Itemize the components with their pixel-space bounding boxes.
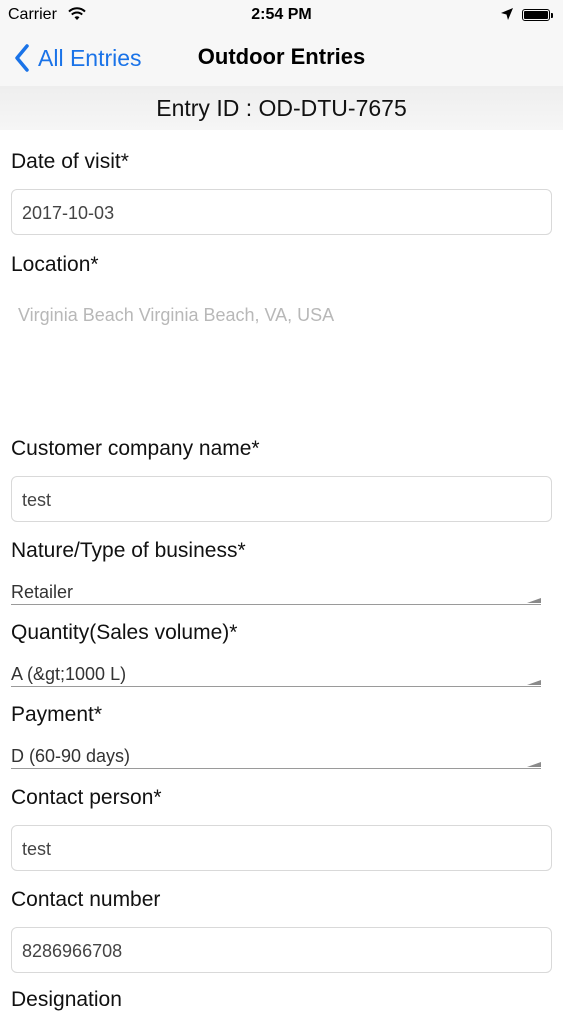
contact-person-label: Contact person*	[11, 786, 162, 809]
contact-person-input[interactable]: test	[11, 825, 552, 871]
dropdown-caret-icon	[527, 598, 541, 603]
date-of-visit-input[interactable]: 2017-10-03	[11, 189, 552, 235]
dropdown-caret-icon	[527, 680, 541, 685]
quantity-select[interactable]: A (&gt;1000 L)	[11, 662, 541, 687]
battery-tip	[551, 13, 553, 18]
page-title: Outdoor Entries	[197, 44, 366, 69]
payment-select[interactable]: D (60-90 days)	[11, 744, 541, 769]
date-of-visit-label: Date of visit*	[11, 150, 129, 173]
location-label: Location*	[11, 253, 99, 276]
navigation-bar: All Entries Outdoor Entries	[0, 30, 563, 86]
business-type-value: Retailer	[11, 582, 74, 602]
contact-number-input[interactable]: 8286966708	[11, 927, 552, 973]
business-type-select[interactable]: Retailer	[11, 580, 541, 605]
entry-id-header: Entry ID : OD-DTU-7675	[0, 86, 563, 130]
designation-label: Designation	[11, 988, 122, 1011]
payment-value: D (60-90 days)	[11, 746, 131, 766]
contact-number-label: Contact number	[11, 888, 161, 911]
status-time: 2:54 PM	[251, 6, 312, 23]
location-value[interactable]: Virginia Beach Virginia Beach, VA, USA	[18, 305, 334, 326]
location-arrow-icon	[500, 7, 514, 26]
battery-icon	[522, 9, 550, 21]
quantity-label: Quantity(Sales volume)*	[11, 621, 238, 644]
payment-label: Payment*	[11, 703, 103, 726]
status-bar: Carrier 2:54 PM	[0, 0, 563, 30]
dropdown-caret-icon	[527, 762, 541, 767]
customer-company-name-label: Customer company name*	[11, 437, 260, 460]
business-type-label: Nature/Type of business*	[11, 539, 246, 562]
customer-company-name-input[interactable]: test	[11, 476, 552, 522]
quantity-value: A (&gt;1000 L)	[11, 664, 127, 684]
